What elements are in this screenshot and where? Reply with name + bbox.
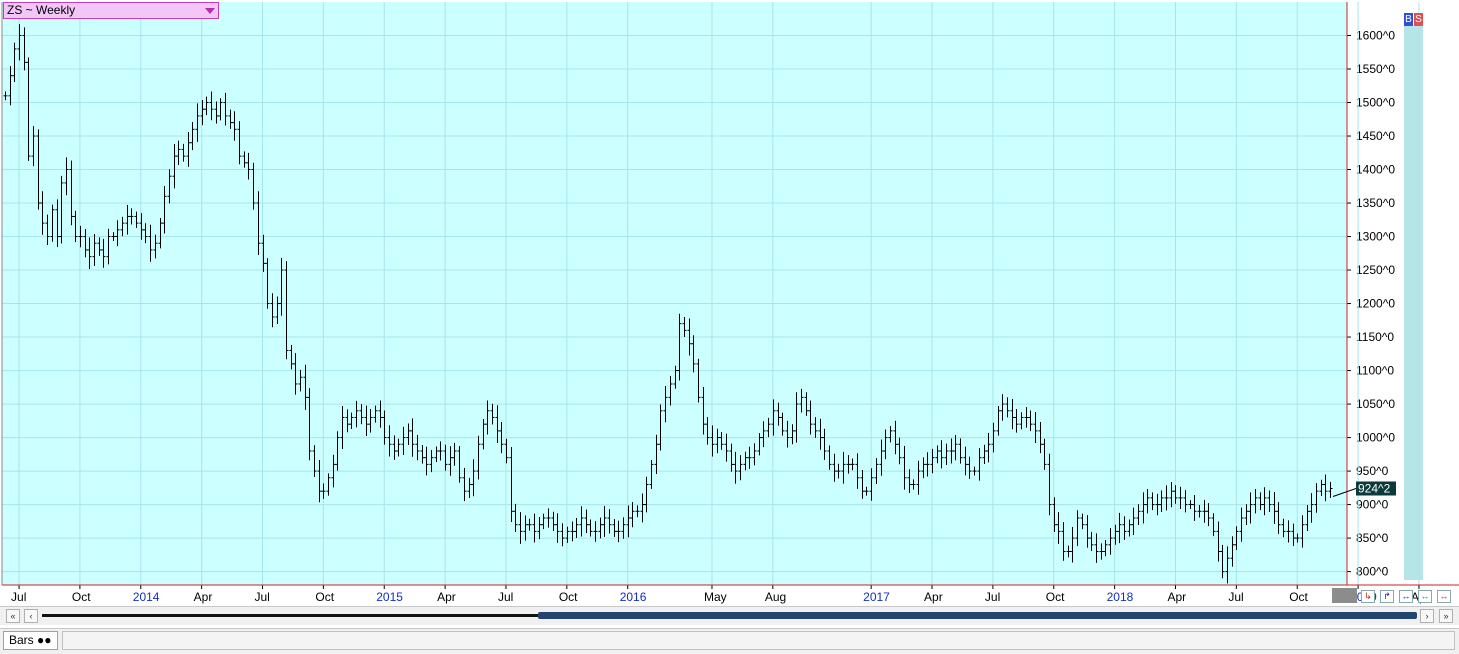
bars-label: Bars — [9, 633, 34, 647]
x-tick-label: Apr — [437, 590, 456, 604]
y-tick-label: 1350^0 — [1356, 196, 1395, 210]
y-tick-label: 1500^0 — [1356, 96, 1395, 110]
last-price-label: 924^2 — [1358, 482, 1391, 496]
bars-tab[interactable]: Bars ●● — [3, 631, 58, 650]
time-axis-cursor — [1332, 588, 1357, 603]
zoom-in-icon[interactable]: ↔ — [1399, 590, 1413, 603]
scroll-right-icon[interactable]: › — [1420, 609, 1434, 623]
y-tick-label: 1400^0 — [1356, 163, 1395, 177]
y-tick-label: 900^0 — [1356, 498, 1389, 512]
y-tick-label: 1250^0 — [1356, 263, 1395, 277]
x-tick-label: Jul — [255, 590, 270, 604]
zoom-reset-icon[interactable]: ↔ — [1437, 590, 1451, 603]
x-tick-label: Oct — [1289, 590, 1308, 604]
x-tick-label: Aug — [765, 590, 786, 604]
x-tick-label: May — [704, 590, 727, 604]
price-scale-bar — [1404, 26, 1423, 580]
x-tick-label: Jul — [1228, 590, 1243, 604]
y-tick-label: 850^0 — [1356, 531, 1389, 545]
y-tick-label: 1200^0 — [1356, 297, 1395, 311]
price-chart[interactable]: 1600^0 1550^0 1500^0 1450^0 1400^0 1350^0 1300… — [0, 0, 1459, 606]
tool-right-icon[interactable]: ↱ — [1380, 590, 1394, 603]
scroll-thumb[interactable] — [538, 612, 1417, 619]
y-tick-label: 1050^0 — [1356, 397, 1395, 411]
y-tick-label: 1300^0 — [1356, 230, 1395, 244]
scroll-last-icon[interactable]: » — [1439, 609, 1453, 623]
tool-left-icon[interactable]: ↳ — [1361, 590, 1375, 603]
y-tick-label: 1600^0 — [1356, 29, 1395, 43]
status-bar: Bars ●● — [0, 628, 1459, 654]
y-tick-label: 1450^0 — [1356, 129, 1395, 143]
buy-button[interactable]: B — [1404, 13, 1413, 26]
x-tick-label: 2016 — [620, 590, 647, 604]
y-tick-label: 800^0 — [1356, 565, 1389, 579]
x-tick-label: 2014 — [133, 590, 160, 604]
symbol-label: ZS ~ Weekly — [7, 3, 76, 17]
sell-button[interactable]: S — [1414, 13, 1423, 26]
chart-frame: 1600^0 1550^0 1500^0 1450^0 1400^0 1350^0 1300… — [0, 0, 1459, 653]
x-tick-label: Apr — [924, 590, 943, 604]
x-tick-label: Apr — [1167, 590, 1186, 604]
bars-field — [62, 631, 1455, 650]
symbol-selector[interactable]: ZS ~ Weekly — [3, 2, 219, 19]
chevron-down-icon[interactable] — [205, 8, 215, 14]
y-tick-label: 1150^0 — [1356, 330, 1394, 344]
x-tick-label: Apr — [194, 590, 213, 604]
scroll-first-icon[interactable]: « — [6, 609, 20, 623]
x-tick-label: Oct — [72, 590, 91, 604]
scroll-track[interactable] — [42, 614, 538, 617]
horizontal-scrollbar[interactable]: « ‹ › » — [0, 606, 1459, 625]
plot-area — [2, 2, 1347, 585]
x-tick-label: Jul — [985, 590, 1000, 604]
x-tick-label: Oct — [559, 590, 578, 604]
y-tick-label: 1000^0 — [1356, 431, 1395, 445]
zoom-out-icon[interactable]: ↔ — [1418, 590, 1432, 603]
x-tick-label: 2017 — [863, 590, 890, 604]
x-tick-label: 2018 — [1107, 590, 1134, 604]
x-tick-label: Oct — [315, 590, 334, 604]
link-icon: ●● — [37, 633, 52, 647]
y-tick-label: 1100^0 — [1356, 364, 1394, 378]
scroll-left-icon[interactable]: ‹ — [24, 609, 38, 623]
x-tick-label: 2015 — [376, 590, 403, 604]
y-tick-label: 1550^0 — [1356, 62, 1395, 76]
x-tick-label: Jul — [498, 590, 513, 604]
x-tick-label: Oct — [1046, 590, 1065, 604]
y-tick-label: 950^0 — [1356, 464, 1389, 478]
x-tick-label: Jul — [11, 590, 26, 604]
